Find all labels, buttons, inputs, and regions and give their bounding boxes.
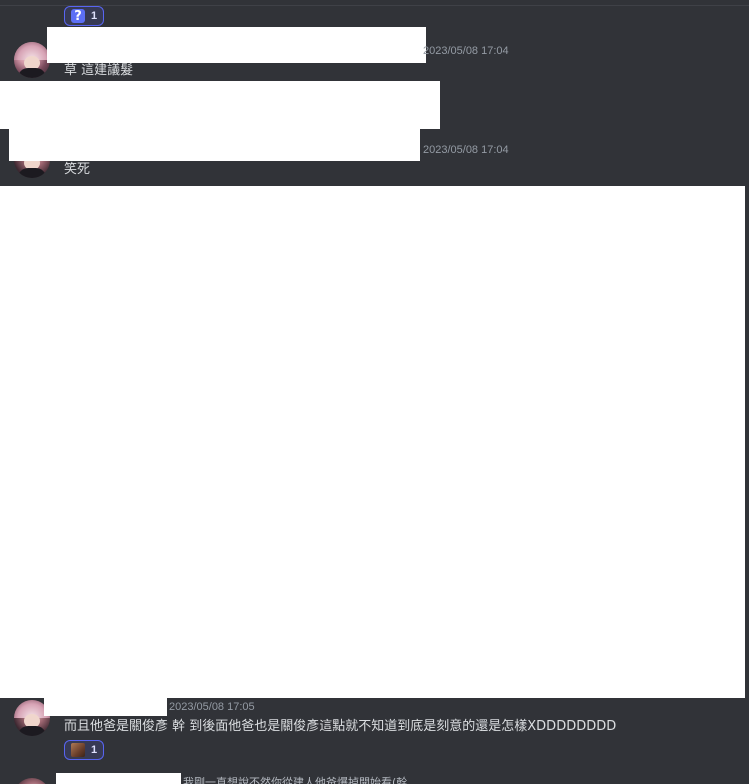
message-text: 而且他爸是關俊彥 幹 到後面他爸也是關俊彥這點就不知道到底是刻意的還是怎樣XDD… <box>64 719 617 734</box>
redacted-content <box>0 186 745 698</box>
reaction-count: 1 <box>91 744 98 756</box>
reply-preview[interactable]: 我剛一直想說不然你從建人他爸爆掉開始看(幹 <box>183 774 407 784</box>
avatar[interactable] <box>14 42 50 78</box>
divider <box>0 5 749 6</box>
redacted-username <box>9 129 420 161</box>
message-text: 笑死 <box>64 162 91 177</box>
message-timestamp: 2023/05/08 17:05 <box>169 701 255 713</box>
redacted-content <box>0 81 440 129</box>
message-timestamp: 2023/05/08 17:04 <box>423 144 509 156</box>
redacted-username <box>47 27 426 63</box>
avatar[interactable] <box>14 778 50 784</box>
reaction-button[interactable]: 1 <box>64 740 105 760</box>
custom-face-emoji-icon <box>71 743 85 757</box>
reaction-button[interactable]: ? 1 <box>64 6 105 26</box>
reaction-count: 1 <box>91 10 98 22</box>
redacted-username <box>44 698 167 716</box>
chat-window: ? 1 2023/05/08 17:04 草 這建議髮 2023/05/08 1… <box>0 0 749 784</box>
question-emoji-icon: ? <box>71 9 85 23</box>
message-text: 草 這建議髮 <box>64 63 134 78</box>
message-timestamp: 2023/05/08 17:04 <box>423 45 509 57</box>
redacted-username <box>56 773 181 784</box>
